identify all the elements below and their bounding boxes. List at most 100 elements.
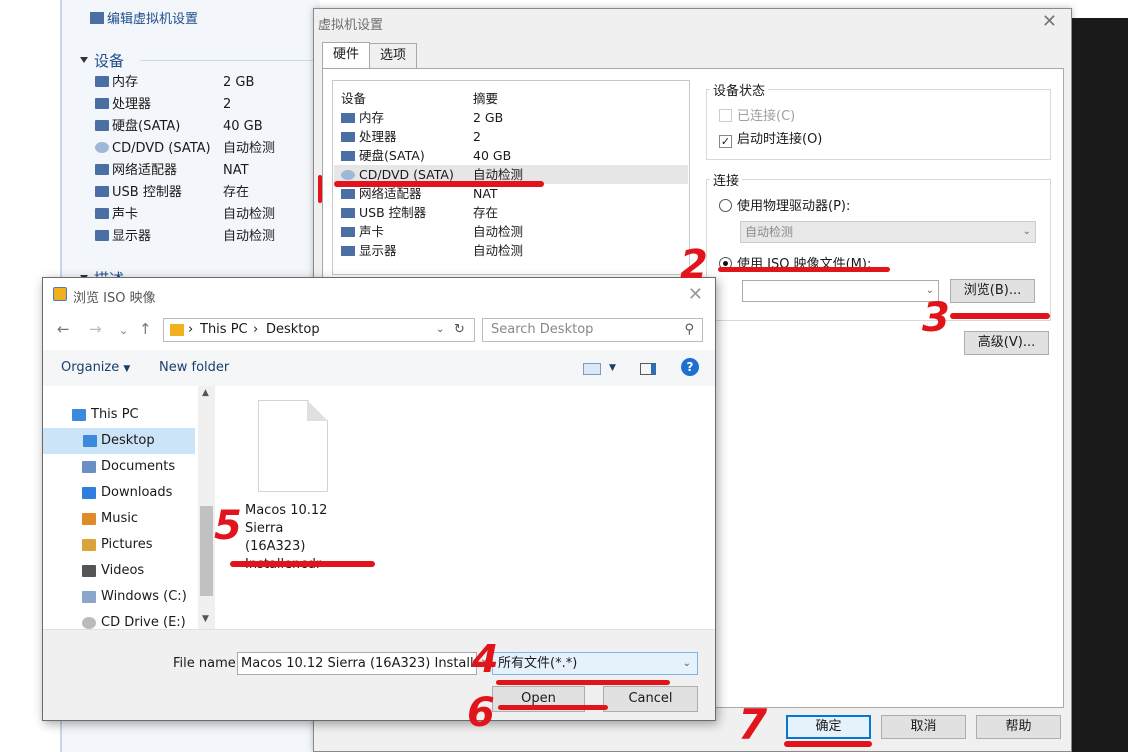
bg-device-cdrom[interactable]: CD/DVD (SATA) [95,139,211,159]
edit-vm-settings-link[interactable]: 编辑虚拟机设置 [90,8,198,27]
device-row-usb[interactable]: USB 控制器 存在 [341,203,681,222]
device-row-memory[interactable]: 内存 2 GB [341,108,681,127]
breadcrumb-sep-icon: › [253,322,259,337]
list-header: 设备 摘要 [341,89,681,108]
cd-dvd-icon [341,170,355,180]
music-folder-icon [82,513,96,525]
address-bar[interactable]: › This PC › Desktop ⌄ ↻ [163,318,475,342]
cancel-button[interactable]: 取消 [881,715,966,739]
collapse-triangle-icon [80,57,88,63]
preview-pane-icon[interactable] [640,363,656,375]
nav-this-pc[interactable]: This PC [57,402,187,428]
chevron-down-icon[interactable]: ⌄ [436,319,444,341]
bg-device-value: 40 GB [223,119,263,134]
bg-device-display[interactable]: 显示器 [95,227,151,247]
scroll-down-icon[interactable]: ▼ [202,614,209,624]
browse-iso-dialog: 浏览 ISO 映像 ✕ ← → ⌄ ↑ › This PC › Desktop … [42,277,716,721]
tab-options[interactable]: 选项 [369,43,418,68]
file-type-filter[interactable]: 所有文件(*.*) ⌄ [492,652,698,675]
up-arrow-icon[interactable]: ↑ [139,320,152,338]
browse-button[interactable]: 浏览(B)... [950,279,1035,303]
speaker-icon [341,227,355,237]
downloads-folder-icon [82,487,96,499]
nav-scrollbar[interactable]: ▲ ▼ [198,386,215,629]
tab-hardware[interactable]: 硬件 [322,42,371,69]
videos-folder-icon [82,565,96,577]
nav-downloads[interactable]: Downloads [67,480,197,506]
recent-locations-chevron-icon[interactable]: ⌄ [119,324,128,337]
nav-windows-c[interactable]: Windows (C:) [67,584,197,610]
connected-checkbox[interactable]: 已连接(C) [719,105,795,124]
devices-section-header[interactable]: 设备 [80,50,124,71]
new-folder-button[interactable]: New folder [159,360,229,375]
close-icon[interactable]: ✕ [1042,11,1057,32]
nav-pictures[interactable]: Pictures [67,532,197,558]
forward-arrow-icon[interactable]: → [89,320,102,338]
cancel-button[interactable]: Cancel [603,686,698,712]
nav-videos[interactable]: Videos [67,558,197,584]
device-row-display[interactable]: 显示器 自动检测 [341,241,681,260]
view-options-icon[interactable] [583,363,601,375]
hard-disk-icon [341,151,355,161]
nav-music[interactable]: Music [67,506,197,532]
advanced-button[interactable]: 高级(V)... [964,331,1049,355]
checkmark-icon: ✓ [719,135,732,148]
processor-icon [95,98,109,109]
bg-device-sound[interactable]: 声卡 [95,205,138,225]
dialog-title: 虚拟机设置 [318,18,384,33]
annotation-underline-filter [496,680,670,685]
annotation-number-7: 7 [738,700,768,749]
dropdown-arrow-icon[interactable]: ▼ [609,363,616,373]
breadcrumb-desktop[interactable]: Desktop [266,319,320,341]
annotation-number-4: 4 [472,637,499,681]
cd-dvd-icon [95,142,109,153]
nav-desktop[interactable]: Desktop [43,428,195,454]
documents-folder-icon [82,461,96,473]
drive-icon [82,591,96,603]
connect-at-power-on-checkbox[interactable]: ✓ 启动时连接(O) [719,128,822,148]
file-name-input[interactable]: Macos 10.12 Sierra (16A323) Installer [237,652,477,675]
chevron-down-icon: ⌄ [682,658,691,669]
annotation-underline-cdrom [334,181,544,187]
annotation-underline-iso [718,267,890,272]
bg-device-network[interactable]: 网络适配器 [95,161,177,181]
device-list[interactable]: 设备 摘要 内存 2 GB 处理器 2 硬盘(SATA) 40 GB CD/DV… [332,80,690,275]
bg-device-disk[interactable]: 硬盘(SATA) [95,117,180,137]
monitor-icon [341,246,355,256]
navigation-pane: This PC Desktop Documents Downloads Musi… [43,386,215,630]
back-arrow-icon[interactable]: ← [57,320,70,338]
bg-device-value: 2 [223,97,232,112]
physical-drive-select[interactable]: 自动检测 ⌄ [740,221,1036,243]
iso-path-input[interactable]: ⌄ [742,280,939,302]
bg-device-value: NAT [223,163,249,178]
help-icon[interactable]: ? [681,358,699,376]
device-row-sound[interactable]: 声卡 自动检测 [341,222,681,241]
help-button[interactable]: 帮助 [976,715,1061,739]
nav-documents[interactable]: Documents [67,454,197,480]
bg-device-memory[interactable]: 内存 [95,73,138,93]
speaker-icon [95,208,109,219]
device-row-disk[interactable]: 硬盘(SATA) 40 GB [341,146,681,165]
network-adapter-icon [95,164,109,175]
breadcrumb-this-pc[interactable]: This PC [200,319,248,341]
scroll-up-icon[interactable]: ▲ [202,388,209,398]
organize-button[interactable]: Organize ▼ [61,360,130,375]
cd-drive-icon [82,617,96,629]
annotation-number-2: 2 [680,242,708,288]
use-physical-drive-radio[interactable]: 使用物理驱动器(P): [719,195,850,214]
bg-device-value: 自动检测 [223,141,276,156]
bg-device-value: 2 GB [223,75,255,90]
chevron-down-icon: ⌄ [1022,226,1031,237]
scroll-thumb[interactable] [200,506,213,596]
ok-button[interactable]: 确定 [786,715,871,739]
file-name-caption: File name: [173,656,241,671]
refresh-icon[interactable]: ↻ [454,319,465,341]
bg-device-usb[interactable]: USB 控制器 [95,183,182,203]
annotation-stroke-1 [318,175,322,203]
search-input[interactable]: Search Desktop ⚲ [482,318,703,342]
file-fold-corner [307,400,328,421]
bg-device-cpu[interactable]: 处理器 [95,95,151,115]
bg-device-value: 自动检测 [223,207,276,222]
device-row-processor[interactable]: 处理器 2 [341,127,681,146]
device-status-label: 设备状态 [710,80,769,99]
